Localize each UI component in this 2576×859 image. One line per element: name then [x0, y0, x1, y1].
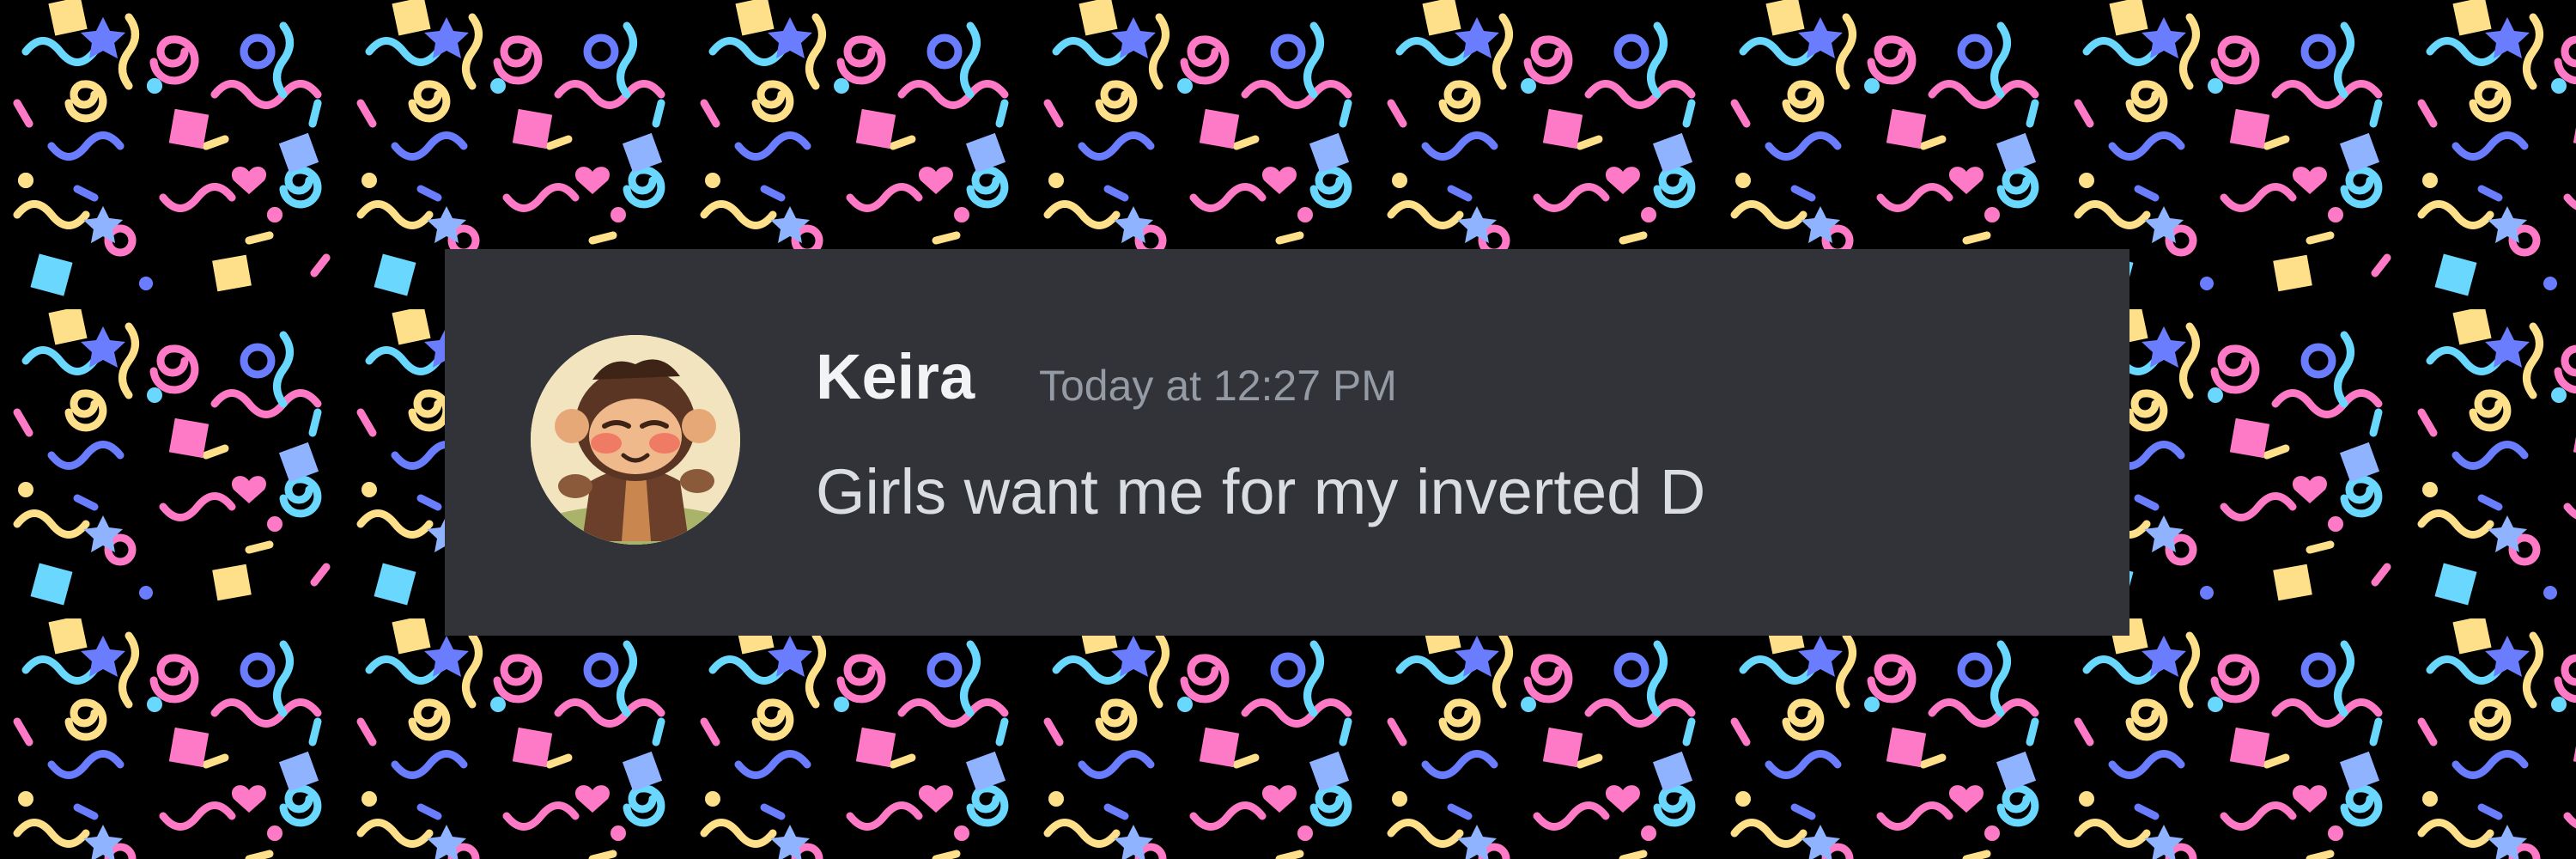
chat-screenshot: Keira Today at 12:27 PM Girls want me fo… — [0, 0, 2576, 859]
avatar[interactable] — [531, 335, 740, 545]
message-content: Girls want me for my inverted D — [816, 456, 1706, 527]
message-timestamp: Today at 12:27 PM — [1039, 362, 1397, 410]
chat-message[interactable]: Keira Today at 12:27 PM Girls want me fo… — [445, 249, 2129, 636]
message-author[interactable]: Keira — [816, 345, 975, 409]
monkey-avatar-icon — [531, 335, 740, 545]
